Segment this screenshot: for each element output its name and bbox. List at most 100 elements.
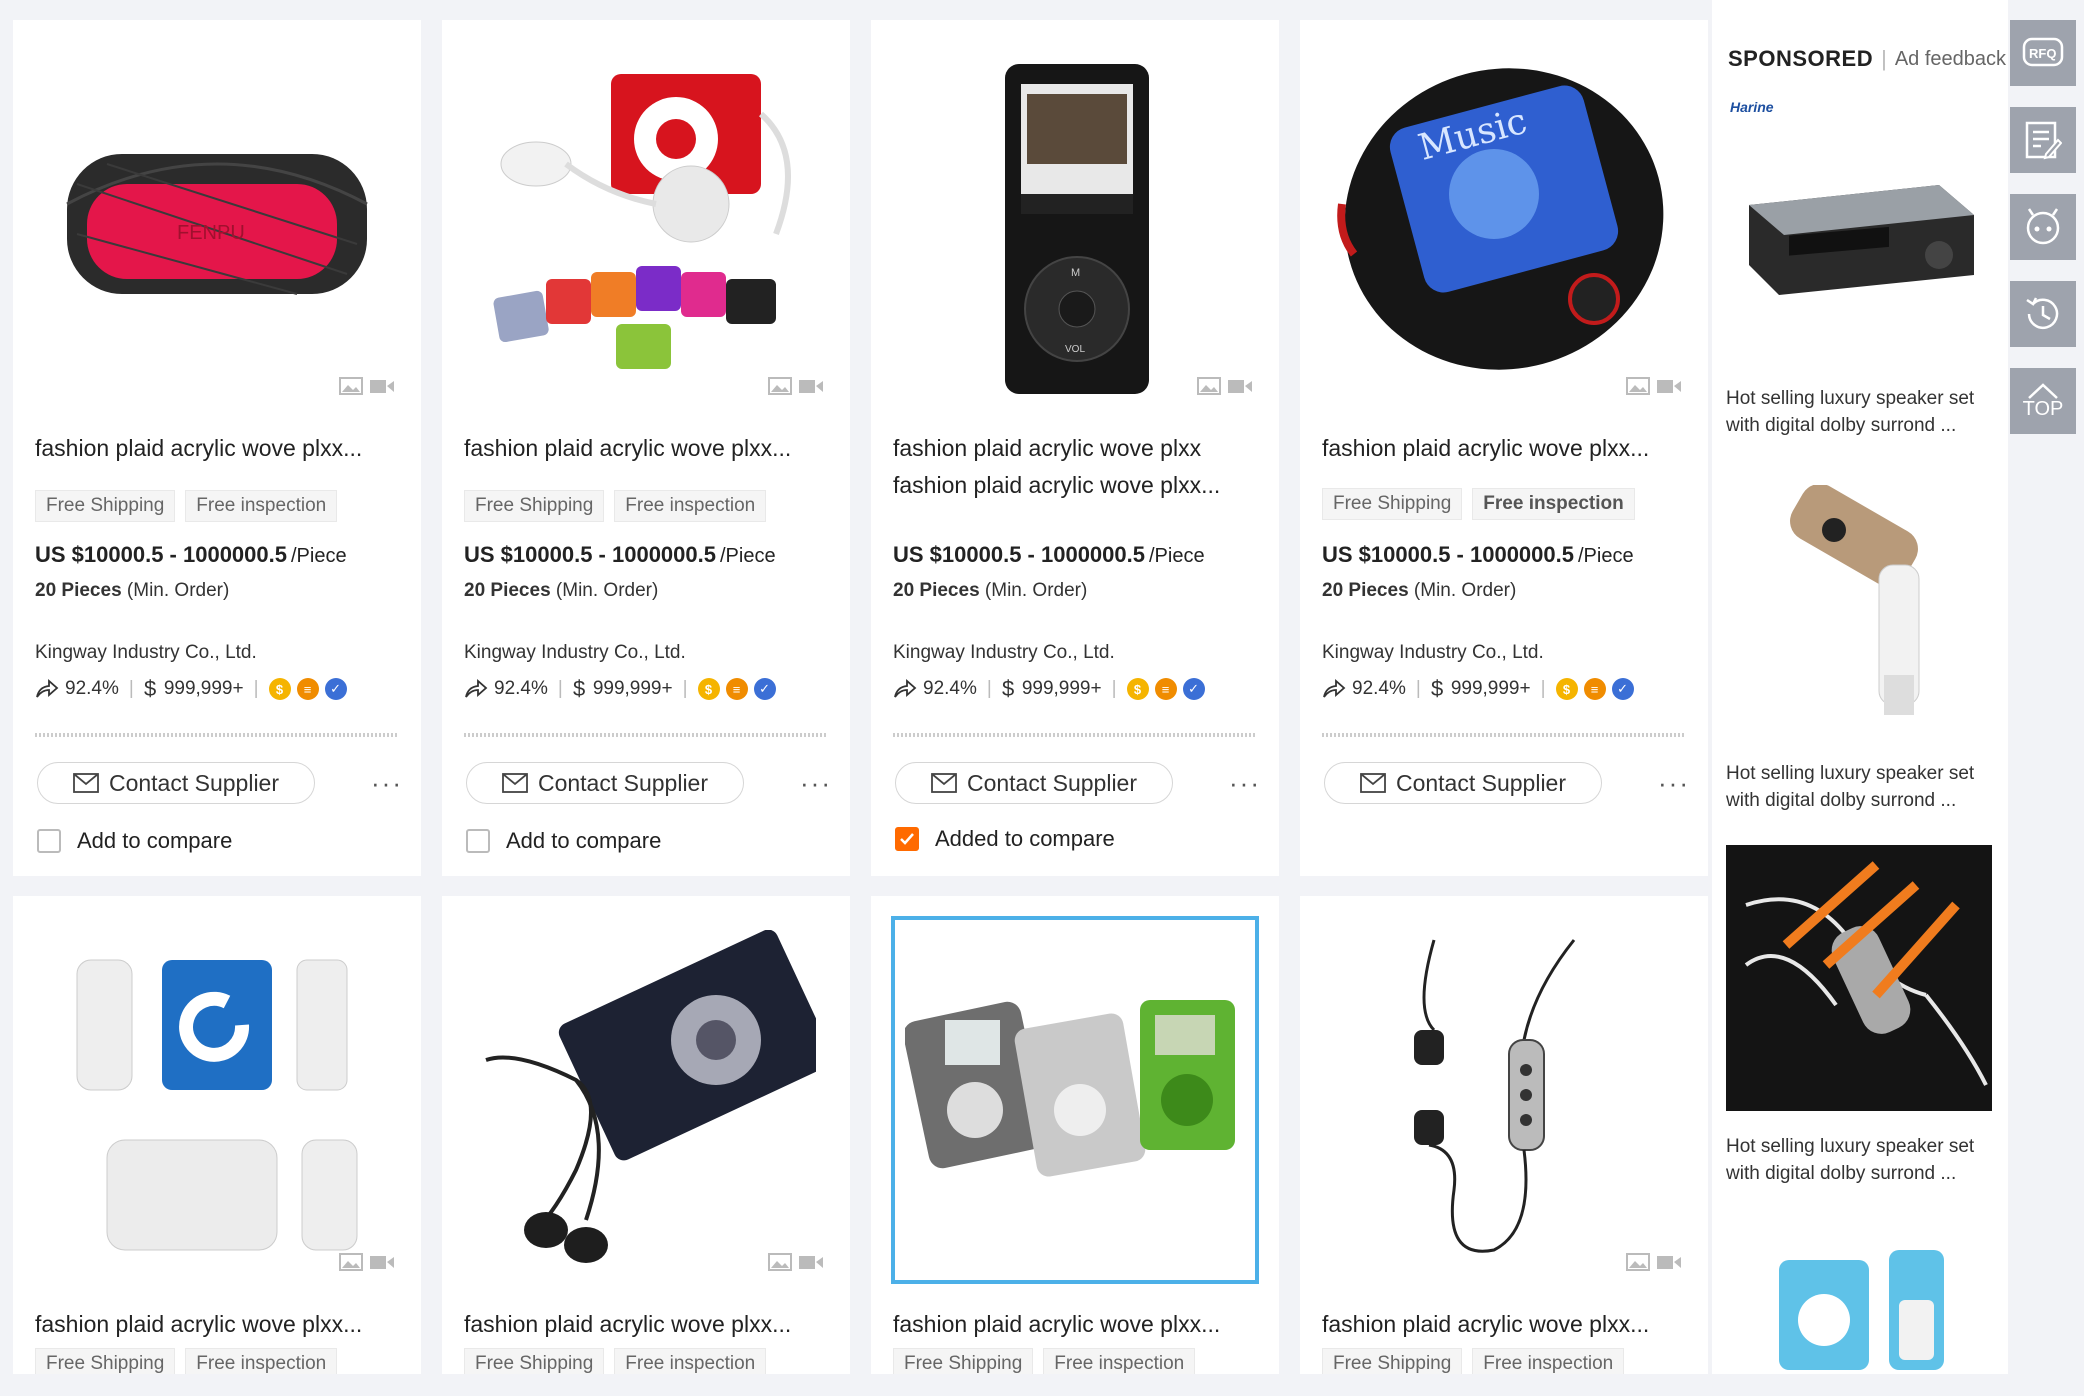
media-icons: [339, 1253, 395, 1276]
tag-free-shipping: Free Shipping: [1322, 1348, 1463, 1374]
more-options-button[interactable]: ···: [371, 768, 403, 799]
product-card[interactable]: Music fashion plaid acrylic wove plxx...…: [1300, 20, 1708, 876]
gold-supplier-icon: $: [1555, 678, 1578, 700]
product-card[interactable]: fashion plaid acrylic wove plxx... Free …: [871, 896, 1279, 1374]
back-to-top-button[interactable]: TOP: [2010, 368, 2076, 434]
product-image[interactable]: [1320, 916, 1688, 1284]
contact-supplier-button[interactable]: Contact Supplier: [466, 762, 744, 804]
image-icon: [339, 377, 363, 400]
more-options-button[interactable]: ···: [800, 768, 832, 799]
media-icons: [768, 377, 824, 400]
service-tags: Free Shipping Free inspection: [464, 490, 767, 522]
product-title[interactable]: fashion plaid acrylic wove plxx...: [1322, 1306, 1692, 1343]
sponsored-text[interactable]: Hot selling luxury speaker set with digi…: [1726, 1133, 1994, 1187]
sponsored-item[interactable]: [1726, 1220, 1994, 1396]
sponsored-panel: SPONSORED | Ad feedback Harine Hot selli…: [1712, 0, 2008, 1374]
rfq-button[interactable]: RFQ: [2010, 20, 2076, 86]
product-card[interactable]: M VOL fashion plaid acrylic wove plxx fa…: [871, 20, 1279, 876]
sponsored-image[interactable]: [1726, 472, 1992, 738]
dollar-icon: $: [573, 678, 585, 700]
product-title[interactable]: fashion plaid acrylic wove plxx...: [464, 1306, 834, 1343]
response-rate: 92.4%: [494, 678, 548, 699]
product-title[interactable]: fashion plaid acrylic wove plxx...: [1322, 430, 1692, 467]
product-image[interactable]: FENPU: [33, 40, 401, 408]
product-card[interactable]: fashion plaid acrylic wove plxx... Free …: [13, 896, 421, 1374]
dollar-icon: $: [1431, 678, 1443, 700]
product-title[interactable]: fashion plaid acrylic wove plxx...: [35, 1306, 405, 1343]
video-icon: [1656, 1253, 1682, 1276]
media-icons: [1626, 377, 1682, 400]
separator: |: [1111, 678, 1117, 699]
sponsored-header: SPONSORED | Ad feedback: [1728, 46, 2006, 72]
price-unit: /Piece: [290, 545, 347, 567]
sponsored-image[interactable]: [1726, 845, 1992, 1111]
history-button[interactable]: [2010, 281, 2076, 347]
car-radio-image: [1749, 185, 1974, 295]
compare-checkbox[interactable]: Add to compare: [37, 828, 232, 854]
tag-free-inspection: Free inspection: [1472, 488, 1635, 520]
supplier-name[interactable]: Kingway Industry Co., Ltd.: [1322, 642, 1544, 664]
supplier-stats: 92.4% | $ 999,999+ | $ ≡ ✓: [1322, 678, 1634, 700]
price-range: US $10000.5 - 1000000.5: [1322, 542, 1574, 567]
supplier-stats: 92.4% | $ 999,999+ | $ ≡ ✓: [893, 678, 1205, 700]
product-title[interactable]: fashion plaid acrylic wove plxx...: [35, 430, 405, 467]
product-image[interactable]: M VOL: [891, 40, 1259, 408]
supplier-name[interactable]: Kingway Industry Co., Ltd.: [464, 642, 686, 664]
more-options-button[interactable]: ···: [1229, 768, 1261, 799]
video-icon: [369, 377, 395, 400]
share-arrow-icon: [1323, 679, 1346, 698]
service-tags: Free Shipping Free inspection: [893, 1348, 1196, 1374]
checkbox-checked[interactable]: [895, 827, 919, 851]
compare-checkbox[interactable]: Add to compare: [466, 828, 661, 854]
sponsored-item[interactable]: Hot selling luxury speaker set with digi…: [1726, 845, 1994, 1187]
post-request-button[interactable]: [2010, 107, 2076, 173]
min-order: 20 Pieces (Min. Order): [893, 580, 1087, 602]
sponsored-image[interactable]: [1726, 1220, 1992, 1374]
tag-free-inspection: Free inspection: [185, 490, 338, 522]
product-image[interactable]: [33, 916, 401, 1284]
transaction-volume: 999,999+: [592, 678, 673, 699]
chat-button[interactable]: [2010, 194, 2076, 260]
tag-free-shipping: Free Shipping: [35, 1348, 176, 1374]
contact-supplier-button[interactable]: Contact Supplier: [37, 762, 315, 804]
more-options-button[interactable]: ···: [1658, 768, 1690, 799]
speaker-image: FENPU: [66, 154, 368, 295]
transaction-volume: 999,999+: [163, 678, 244, 699]
contact-label: Contact Supplier: [537, 769, 709, 796]
ad-feedback-link[interactable]: Ad feedback: [1895, 48, 2006, 71]
checkbox[interactable]: [466, 829, 490, 853]
image-icon: [1626, 1253, 1650, 1276]
product-card[interactable]: FENPU fashion plaid acrylic wove plxx...…: [13, 20, 421, 876]
price-range: US $10000.5 - 1000000.5: [464, 542, 716, 567]
contact-supplier-button[interactable]: Contact Supplier: [1324, 762, 1602, 804]
rfq-label: RFQ: [2029, 46, 2056, 61]
product-image[interactable]: [462, 40, 830, 408]
product-card[interactable]: fashion plaid acrylic wove plxx... Free …: [442, 20, 850, 876]
sponsored-item[interactable]: Harine Hot selling luxury speaker set wi…: [1726, 97, 1994, 439]
product-image[interactable]: Music: [1320, 40, 1688, 408]
contact-supplier-button[interactable]: Contact Supplier: [895, 762, 1173, 804]
supplier-name[interactable]: Kingway Industry Co., Ltd.: [35, 642, 257, 664]
checkbox[interactable]: [37, 829, 61, 853]
separator: |: [1415, 678, 1421, 699]
service-tags: Free Shipping Free inspection: [35, 1348, 338, 1374]
sponsored-image[interactable]: Harine: [1726, 97, 1992, 363]
moq-label: (Min. Order): [984, 580, 1088, 601]
product-image-selected[interactable]: [891, 916, 1259, 1284]
product-title[interactable]: fashion plaid acrylic wove plxx...: [464, 430, 834, 467]
svg-text:$: $: [1002, 678, 1014, 700]
product-card[interactable]: fashion plaid acrylic wove plxx... Free …: [1300, 896, 1708, 1374]
sponsored-item[interactable]: Hot selling luxury speaker set with digi…: [1726, 472, 1994, 814]
contact-label: Contact Supplier: [108, 769, 280, 796]
sponsored-text[interactable]: Hot selling luxury speaker set with digi…: [1726, 385, 1994, 439]
transaction-volume: 999,999+: [1450, 678, 1531, 699]
sponsored-text[interactable]: Hot selling luxury speaker set with digi…: [1726, 760, 1994, 814]
product-title[interactable]: fashion plaid acrylic wove plxx fashion …: [893, 430, 1263, 504]
right-toolbar: RFQ TOP: [2008, 0, 2084, 1374]
product-image[interactable]: [462, 916, 830, 1284]
envelope-icon: [502, 773, 528, 793]
supplier-name[interactable]: Kingway Industry Co., Ltd.: [893, 642, 1115, 664]
product-card[interactable]: fashion plaid acrylic wove plxx... Free …: [442, 896, 850, 1374]
compare-checkbox[interactable]: Added to compare: [895, 826, 1115, 852]
product-title[interactable]: fashion plaid acrylic wove plxx...: [893, 1306, 1263, 1343]
